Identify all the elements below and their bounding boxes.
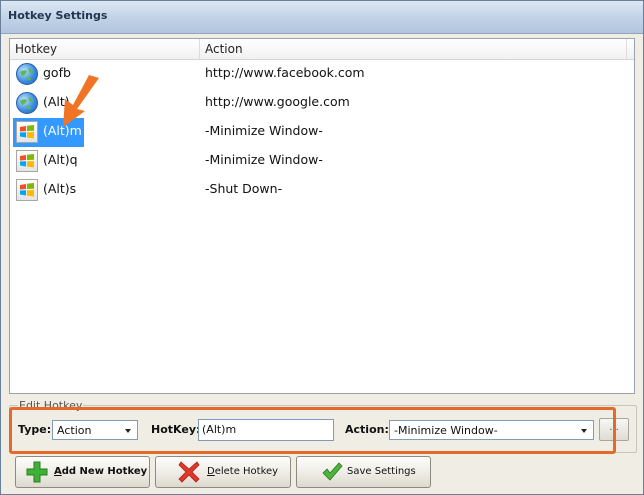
plus-icon (26, 461, 48, 483)
list-item[interactable]: gofb http://www.facebook.com (10, 60, 634, 89)
action-cell: -Minimize Window- (205, 152, 323, 167)
action-cell: http://www.google.com (205, 94, 350, 109)
delete-hotkey-button[interactable]: Delete Hotkey (155, 456, 291, 488)
globe-icon (16, 92, 38, 114)
action-cell: -Minimize Window- (205, 123, 323, 138)
column-header-action[interactable]: Action (205, 42, 243, 56)
list-item[interactable]: (Alt)s -Shut Down- (10, 176, 634, 205)
save-settings-label: Save Settings (347, 466, 416, 477)
column-divider[interactable] (199, 39, 200, 59)
hotkey-settings-window: Hotkey Settings Hotkey Action gofb http:… (0, 0, 644, 495)
action-cell: http://www.facebook.com (205, 65, 365, 80)
list-item[interactable]: (Alt) http://www.google.com (10, 89, 634, 118)
windows-logo-icon (16, 179, 38, 201)
add-new-hotkey-button[interactable]: Add New Hotkey (15, 456, 150, 488)
action-cell: -Shut Down- (205, 181, 283, 196)
hotkey-cell: (Alt)s (43, 181, 77, 196)
list-header: Hotkey Action (10, 39, 634, 60)
delete-hotkey-label: Delete Hotkey (207, 466, 279, 477)
windows-logo-icon (16, 121, 38, 143)
annotation-highlight-box (9, 407, 616, 454)
window-title: Hotkey Settings (8, 9, 108, 22)
save-settings-button[interactable]: Save Settings (296, 456, 431, 488)
list-item[interactable]: (Alt)q -Minimize Window- (10, 147, 634, 176)
add-new-hotkey-label: Add New Hotkey (54, 466, 148, 477)
globe-icon (16, 63, 38, 85)
pointer-arrow-icon (63, 75, 99, 127)
windows-logo-icon (16, 150, 38, 172)
title-bar[interactable]: Hotkey Settings (1, 1, 643, 34)
list-item-selected[interactable]: (Alt)m -Minimize Window- (10, 118, 634, 147)
checkmark-icon (322, 462, 343, 481)
column-header-hotkey[interactable]: Hotkey (15, 42, 57, 56)
delete-x-icon (178, 461, 200, 483)
column-divider[interactable] (626, 39, 627, 59)
hotkey-cell: (Alt)q (43, 152, 78, 167)
